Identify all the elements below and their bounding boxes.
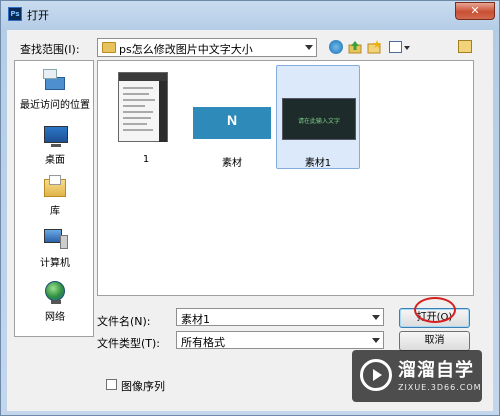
thumbnail-text: 请在此输入文字: [297, 118, 340, 125]
filetype-select[interactable]: 所有格式: [176, 331, 384, 349]
place-label: 桌面: [45, 155, 65, 166]
file-name: 1: [142, 154, 150, 165]
close-button[interactable]: ✕: [455, 2, 495, 20]
chevron-down-icon[interactable]: [404, 46, 410, 50]
title-bar[interactable]: Ps 打开 ✕: [1, 1, 499, 27]
place-desktop[interactable]: 桌面: [15, 122, 95, 166]
filename-label: 文件名(N):: [97, 315, 151, 328]
recent-places-icon: [41, 67, 69, 93]
computer-icon: [41, 225, 69, 251]
filename-value: 素材1: [181, 313, 210, 326]
filetype-value: 所有格式: [181, 336, 225, 349]
chevron-down-icon[interactable]: [372, 338, 380, 343]
image-sequence-checkbox[interactable]: [106, 379, 117, 390]
place-label: 计算机: [40, 258, 70, 269]
file-list[interactable]: 1 N 素材 请在此输入文字 素材1: [97, 60, 474, 296]
look-in-dropdown[interactable]: ps怎么修改图片中文字大小: [97, 38, 317, 57]
watermark-title: 溜溜自学: [398, 360, 474, 381]
file-thumbnail: [118, 72, 168, 142]
filetype-label: 文件类型(T):: [97, 337, 161, 350]
back-icon[interactable]: [329, 40, 343, 54]
place-label: 库: [50, 206, 60, 217]
window-title: 打开: [27, 9, 49, 22]
desktop-icon: [41, 122, 69, 148]
libraries-icon: [41, 173, 69, 199]
new-folder-icon[interactable]: [367, 40, 381, 54]
watermark-url: ZIXUE.3D66.COM: [398, 383, 482, 392]
place-recent[interactable]: 最近访问的位置: [15, 67, 95, 111]
network-icon: [41, 279, 69, 305]
look-in-value: ps怎么修改图片中文字大小: [119, 43, 253, 56]
file-item[interactable]: 1: [104, 65, 188, 169]
chevron-down-icon[interactable]: [372, 315, 380, 320]
place-label: 最近访问的位置: [20, 100, 90, 111]
filename-field[interactable]: 素材1: [176, 308, 384, 326]
file-name: 素材: [222, 158, 242, 169]
pin-icon[interactable]: [458, 40, 472, 53]
cancel-button[interactable]: 取消: [399, 331, 470, 351]
thumbnail-text: N: [226, 112, 238, 128]
photoshop-app-icon: Ps: [8, 7, 22, 21]
place-computer[interactable]: 计算机: [15, 225, 95, 269]
file-thumbnail: N: [193, 107, 271, 139]
file-item[interactable]: N 素材: [190, 65, 274, 169]
place-network[interactable]: 网络: [15, 279, 95, 323]
look-in-label: 查找范围(I):: [20, 43, 80, 56]
folder-icon: [102, 42, 116, 53]
place-label: 网络: [45, 312, 65, 323]
up-folder-icon[interactable]: [348, 40, 362, 54]
file-name: 素材1: [304, 158, 332, 169]
play-logo-icon: [360, 359, 392, 391]
chevron-down-icon[interactable]: [305, 45, 313, 50]
view-menu-icon[interactable]: [389, 41, 402, 53]
watermark: 溜溜自学 ZIXUE.3D66.COM: [352, 350, 482, 402]
image-sequence-label: 图像序列: [121, 380, 165, 393]
place-libraries[interactable]: 库: [15, 173, 95, 217]
places-bar: 最近访问的位置 桌面 库 计算机 网络: [14, 60, 94, 337]
highlight-circle: [414, 297, 456, 323]
file-item-selected[interactable]: 请在此输入文字 素材1: [276, 65, 360, 169]
file-thumbnail: 请在此输入文字: [282, 98, 356, 140]
